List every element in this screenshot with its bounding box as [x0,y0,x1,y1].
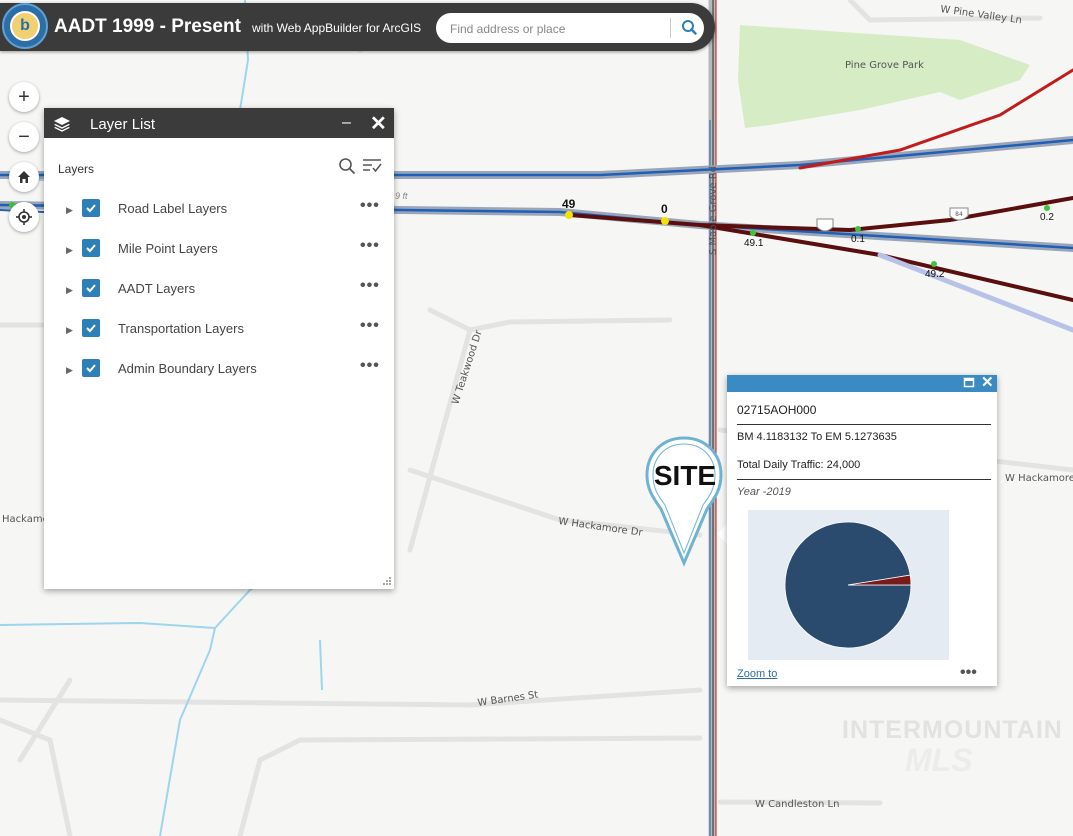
layer-checkbox[interactable] [82,239,100,257]
interstate-shield-icon: 84 [949,207,969,221]
milepost-label: 49 [562,197,576,211]
popup-traffic: Total Daily Traffic: 24,000 [737,459,861,471]
milepost-label: 0 [661,202,668,216]
minus-icon: − [18,126,30,148]
search-box [436,13,704,43]
locate-icon [16,209,32,225]
layer-item-aadt[interactable]: ▶ AADT Layers ••• [44,277,394,307]
layer-item-admin-boundary[interactable]: ▶ Admin Boundary Layers ••• [44,357,394,387]
partial-map-label: 9 ft [395,191,408,201]
checkmark-icon [86,324,96,333]
zoom-in-button[interactable]: + [9,82,39,112]
popup-milepoint-range: BM 4.1183132 To EM 5.1273635 [737,431,897,443]
zoom-out-button[interactable]: − [9,122,39,152]
watermark: INTERMOUNTAIN [842,716,1063,744]
layer-checkbox[interactable] [82,199,100,217]
layer-list-panel: Layer List – ✕ Layers ▶ Road Label Layer… [44,108,394,589]
milepost-label: 0.2 [1040,212,1054,223]
more-options-icon[interactable]: ••• [960,664,977,682]
layers-icon [54,117,70,132]
watermark-mls: MLS [905,742,973,778]
search-input[interactable] [448,19,670,39]
expand-arrow-icon[interactable]: ▶ [66,245,73,256]
maximize-icon[interactable] [963,376,975,388]
layer-item-mile-point[interactable]: ▶ Mile Point Layers ••• [44,237,394,267]
layer-checkbox[interactable] [82,279,100,297]
checkmark-icon [86,204,96,213]
park-label: Pine Grove Park [845,60,924,71]
checkmark-icon [86,284,96,293]
more-options-icon[interactable]: ••• [360,357,380,375]
site-marker-label: SITE [654,460,716,491]
layer-item-road-label[interactable]: ▶ Road Label Layers ••• [44,197,394,227]
street-label-hackamore-east: W Hackamore [1005,473,1073,484]
app-subtitle: with Web AppBuilder for ArcGIS [252,21,422,35]
street-label-maple-grove: S Maple Grove Rd [708,166,719,255]
panel-header: Layer List – ✕ [44,108,394,138]
popup-year: Year -2019 [737,486,791,498]
my-location-button[interactable] [9,202,39,232]
home-icon [18,171,30,183]
layer-label: Transportation Layers [118,321,244,336]
milepost-label: 0.1 [851,234,865,245]
expand-arrow-icon[interactable]: ▶ [66,285,73,296]
search-icon [682,20,697,35]
popup-feature-id: 02715AOH000 [737,403,817,417]
zoom-to-link[interactable]: Zoom to [737,668,777,680]
minimize-button[interactable]: – [342,114,351,132]
divider [737,424,991,425]
divider [737,479,991,480]
more-options-icon[interactable]: ••• [360,237,380,255]
home-button[interactable] [9,162,39,192]
street-label-candleston: W Candleston Ln [755,799,839,810]
svg-text:84: 84 [955,211,963,218]
layer-checkbox[interactable] [82,319,100,337]
search-icon[interactable] [338,157,356,175]
app-logo-icon: b [2,3,48,49]
milepost-label: 49.2 [925,269,945,280]
feature-popup: ✕ 02715AOH000 BM 4.1183132 To EM 5.12736… [727,373,997,686]
checkmark-icon [86,364,96,373]
expand-arrow-icon[interactable]: ▶ [66,365,73,376]
layer-checkbox[interactable] [82,359,100,377]
layer-label: Admin Boundary Layers [118,361,257,376]
search-divider [670,18,671,38]
layer-label: Road Label Layers [118,201,228,216]
checkmark-icon [86,244,96,253]
layers-heading: Layers [58,162,95,176]
app-title: AADT 1999 - Present [54,16,241,37]
layer-label: AADT Layers [118,281,196,296]
layer-item-transportation[interactable]: ▶ Transportation Layers ••• [44,317,394,347]
filter-list-icon[interactable] [362,157,382,175]
search-button[interactable] [678,17,700,39]
close-button[interactable]: ✕ [370,111,387,136]
more-options-icon[interactable]: ••• [360,197,380,215]
expand-arrow-icon[interactable]: ▶ [66,205,73,216]
close-button[interactable]: ✕ [981,373,994,391]
more-options-icon[interactable]: ••• [360,277,380,295]
more-options-icon[interactable]: ••• [360,317,380,335]
resize-grip-icon[interactable] [382,576,392,586]
expand-arrow-icon[interactable]: ▶ [66,325,73,336]
site-marker-icon[interactable]: SITE [644,435,728,567]
panel-title: Layer List [90,116,156,133]
plus-icon: + [18,86,30,108]
app-header: b AADT 1999 - Present with Web AppBuilde… [0,3,715,51]
milepost-label: 49.1 [744,238,764,249]
pie-chart [748,510,949,660]
layer-label: Mile Point Layers [118,241,218,256]
popup-header: ✕ [727,373,997,392]
